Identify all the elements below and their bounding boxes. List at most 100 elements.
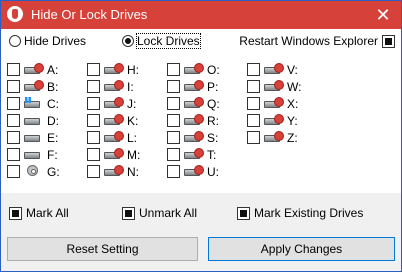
cd-drive-icon <box>24 164 44 179</box>
drive-option[interactable]: E: <box>7 129 60 146</box>
drive-checkbox[interactable] <box>7 63 20 76</box>
mark-existing-checkbox[interactable] <box>237 206 250 220</box>
locked-drive-icon <box>184 130 204 145</box>
drive-option[interactable]: M: <box>87 146 140 163</box>
hard-drive-icon <box>24 148 44 162</box>
window-title: Hide Or Lock Drives <box>31 7 148 22</box>
drive-checkbox[interactable] <box>87 114 100 127</box>
drive-label: B: <box>47 79 59 94</box>
mark-existing-option[interactable]: Mark Existing Drives <box>237 206 363 220</box>
locked-drive-icon <box>104 96 124 111</box>
drive-option[interactable]: H: <box>87 61 140 78</box>
drive-checkbox[interactable] <box>167 97 180 110</box>
drive-option[interactable]: G: <box>7 163 60 180</box>
drive-option[interactable]: J: <box>87 95 140 112</box>
drive-label: S: <box>207 130 219 145</box>
drive-checkbox[interactable] <box>167 131 180 144</box>
drive-option[interactable]: R: <box>167 112 220 129</box>
drive-checkbox[interactable] <box>167 148 180 161</box>
drive-label: L: <box>127 130 138 145</box>
drive-column-2: H: I: J: K: L: M: N: <box>87 61 140 180</box>
drive-grid: A: B: C: D: E: F: G: H: I: J: K: L: M: N: O: P: Q: R: S:… <box>1 53 401 193</box>
drive-checkbox[interactable] <box>87 63 100 76</box>
drive-checkbox[interactable] <box>247 63 260 76</box>
mark-all-checkbox[interactable] <box>9 206 22 220</box>
mode-row: Hide Drives Lock Drives Restart Windows … <box>1 29 401 53</box>
drive-option[interactable]: D: <box>7 112 60 129</box>
drive-checkbox[interactable] <box>87 80 100 93</box>
drive-label: K: <box>127 113 139 128</box>
locked-drive-icon <box>264 130 284 145</box>
drive-checkbox[interactable] <box>167 63 180 76</box>
hide-drives-radio[interactable]: Hide Drives <box>9 34 86 48</box>
locked-drive-icon <box>184 79 204 94</box>
lock-drives-label: Lock Drives <box>136 33 201 49</box>
drive-checkbox[interactable] <box>7 97 20 110</box>
drive-option[interactable]: X: <box>247 95 301 112</box>
drive-checkbox[interactable] <box>87 148 100 161</box>
drive-label: F: <box>47 147 58 162</box>
drive-option[interactable]: K: <box>87 112 140 129</box>
reset-setting-button[interactable]: Reset Setting <box>7 237 198 261</box>
restart-explorer-checkbox[interactable] <box>382 34 395 48</box>
drive-option[interactable]: T: <box>167 146 220 163</box>
drive-checkbox[interactable] <box>167 80 180 93</box>
drive-checkbox[interactable] <box>7 131 20 144</box>
locked-drive-icon <box>104 147 124 162</box>
drive-checkbox[interactable] <box>247 80 260 93</box>
drive-option[interactable]: F: <box>7 146 60 163</box>
apply-changes-button[interactable]: Apply Changes <box>208 237 395 261</box>
drive-checkbox[interactable] <box>247 131 260 144</box>
lock-drives-radio-dot[interactable] <box>122 35 134 47</box>
drive-checkbox[interactable] <box>7 148 20 161</box>
drive-option[interactable]: U: <box>167 163 220 180</box>
drive-checkbox[interactable] <box>87 97 100 110</box>
drive-label: X: <box>287 96 299 111</box>
hide-drives-radio-dot[interactable] <box>9 35 21 47</box>
app-shield-icon <box>7 6 23 22</box>
drive-option[interactable]: P: <box>167 78 220 95</box>
drive-checkbox[interactable] <box>87 165 100 178</box>
locked-drive-icon <box>184 113 204 128</box>
drive-label: V: <box>287 62 298 77</box>
close-button[interactable]: ✕ <box>365 1 401 29</box>
mark-existing-label: Mark Existing Drives <box>254 206 364 220</box>
drive-option[interactable]: V: <box>247 61 301 78</box>
drive-label: O: <box>207 62 220 77</box>
lock-drives-radio[interactable]: Lock Drives <box>122 33 201 49</box>
drive-option[interactable]: Y: <box>247 112 301 129</box>
drive-option[interactable]: Z: <box>247 129 301 146</box>
drive-option[interactable]: B: <box>7 78 60 95</box>
unmark-all-option[interactable]: Unmark All <box>122 206 197 220</box>
mark-all-option[interactable]: Mark All <box>9 206 69 220</box>
drive-option[interactable]: S: <box>167 129 220 146</box>
locked-drive-icon <box>104 79 124 94</box>
drive-checkbox[interactable] <box>87 131 100 144</box>
drive-checkbox[interactable] <box>247 114 260 127</box>
drive-column-3: O: P: Q: R: S: T: U: <box>167 61 220 180</box>
restart-explorer-option[interactable]: Restart Windows Explorer <box>239 34 395 48</box>
drive-option[interactable]: L: <box>87 129 140 146</box>
drive-option[interactable]: N: <box>87 163 140 180</box>
drive-option[interactable]: A: <box>7 61 60 78</box>
drive-checkbox[interactable] <box>7 114 20 127</box>
locked-drive-icon <box>104 113 124 128</box>
locked-drive-icon <box>184 96 204 111</box>
drive-checkbox[interactable] <box>7 165 20 178</box>
drive-option[interactable]: I: <box>87 78 140 95</box>
mark-all-label: Mark All <box>26 206 69 220</box>
drive-label: Z: <box>287 130 298 145</box>
locked-drive-icon <box>184 164 204 179</box>
drive-option[interactable]: O: <box>167 61 220 78</box>
drive-option[interactable]: C: <box>7 95 60 112</box>
drive-option[interactable]: W: <box>247 78 301 95</box>
drive-label: H: <box>127 62 139 77</box>
drive-checkbox[interactable] <box>167 165 180 178</box>
unmark-all-checkbox[interactable] <box>122 206 135 220</box>
drive-checkbox[interactable] <box>167 114 180 127</box>
locked-drive-icon <box>24 62 44 77</box>
drive-checkbox[interactable] <box>7 80 20 93</box>
locked-drive-icon <box>104 130 124 145</box>
drive-option[interactable]: Q: <box>167 95 220 112</box>
drive-checkbox[interactable] <box>247 97 260 110</box>
